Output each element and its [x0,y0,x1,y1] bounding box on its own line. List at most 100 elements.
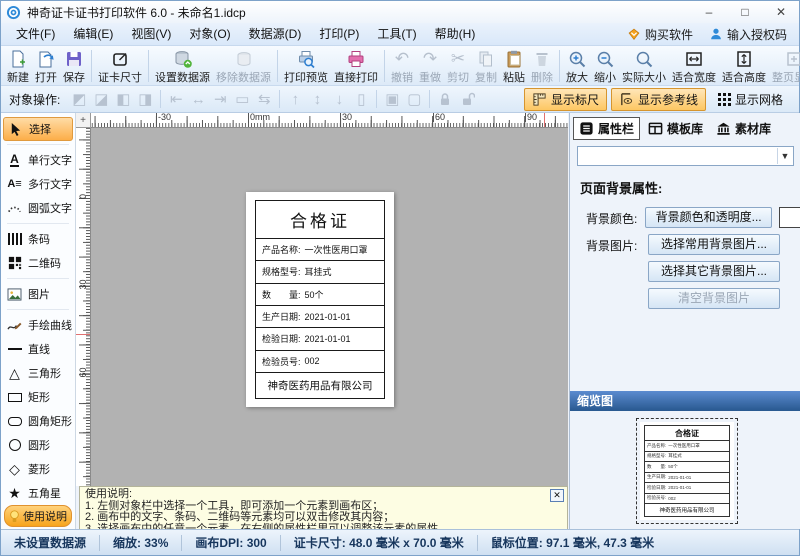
card-row-inspector-id[interactable]: 检验员号:002 [256,351,384,373]
tab-properties[interactable]: 属性栏 [573,117,640,140]
background-color-swatch[interactable] [779,207,800,228]
show-ruler-toggle[interactable]: 显示标尺 [524,88,607,111]
move-down-layer-icon[interactable]: ◨ [134,89,156,109]
delete-button[interactable]: 删除 [528,47,556,85]
minimize-button[interactable]: – [691,1,727,23]
tool-line[interactable]: 直线 [1,337,75,361]
align-right-icon[interactable]: ⇥ [209,89,231,109]
card-row-inspection-date[interactable]: 检验日期:2021-01-01 [256,328,384,350]
fit-width-icon [684,49,704,69]
user-icon [709,27,723,41]
tool-arc-text[interactable]: 圆弧文字 [1,196,75,220]
copy-button[interactable]: 复制 [472,47,500,85]
usage-tips-box: 使用说明: 1. 左侧对象栏中选择一个工具，即可添加一个元素到画布区； 2. 画… [79,486,568,531]
same-width-icon[interactable]: ▭ [231,89,253,109]
ungroup-icon[interactable]: ▢ [403,89,425,109]
tool-qrcode[interactable]: 二维码 [1,251,75,275]
certificate-title[interactable]: 合格证 [256,201,384,239]
select-cursor-icon [7,122,24,136]
cut-button[interactable]: ✂ 剪切 [444,47,472,85]
zoom-in-button[interactable]: 放大 [563,47,591,85]
tool-rectangle[interactable]: 矩形 [1,385,75,409]
new-button[interactable]: 新建 [4,47,32,85]
thumbnail-card-row: 数 量:50个 [645,462,729,473]
tool-rounded-rectangle[interactable]: 圆角矩形 [1,409,75,433]
choose-common-background-button[interactable]: 选择常用背景图片... [648,234,780,255]
tool-freehand-curve[interactable]: 手绘曲线 [1,313,75,337]
menu-datasource[interactable]: 数据源(D) [240,24,311,45]
tool-diamond[interactable]: ◇ 菱形 [1,457,75,481]
save-button[interactable]: 保存 [60,47,88,85]
menu-tools[interactable]: 工具(T) [368,24,425,45]
menu-view[interactable]: 视图(V) [122,24,180,45]
maximize-button[interactable]: □ [727,1,763,23]
move-up-layer-icon[interactable]: ◧ [112,89,134,109]
tab-template-library[interactable]: 模板库 [643,118,708,139]
send-to-back-icon[interactable]: ◪ [90,89,112,109]
tool-image[interactable]: 图片 [1,282,75,306]
object-selector-dropdown[interactable]: ▼ [577,146,794,166]
design-canvas[interactable]: 合格证 产品名称:一次性医用口罩 规格型号:耳挂式 数 量:50个 生产日期:2… [91,128,568,486]
zoom-out-button[interactable]: 缩小 [591,47,619,85]
ruler-tick-label: -30 [156,113,171,122]
object-toolbar-label: 对象操作: [9,91,60,108]
show-grid-toggle[interactable]: 显示网格 [710,88,791,111]
database-icon [173,49,193,69]
undo-button[interactable]: ↶ 撤销 [388,47,416,85]
menu-help[interactable]: 帮助(H) [426,24,485,45]
group-icon[interactable]: ▣ [381,89,403,109]
same-height-icon[interactable]: ▯ [350,89,372,109]
choose-other-background-button[interactable]: 选择其它背景图片... [648,261,780,282]
align-left-icon[interactable]: ⇤ [165,89,187,109]
paste-button[interactable]: 粘贴 [500,47,528,85]
menu-object[interactable]: 对象(O) [180,24,239,45]
tool-select[interactable]: 选择 [3,117,73,141]
tool-circle[interactable]: 圆形 [1,433,75,457]
tool-star[interactable]: ★ 五角星 [1,481,75,505]
show-guides-toggle[interactable]: 显示参考线 [611,88,706,111]
direct-print-button[interactable]: 直接打印 [331,47,381,85]
background-color-button[interactable]: 背景颜色和透明度... [645,207,772,228]
remove-datasource-button[interactable]: 移除数据源 [213,47,274,85]
thumbnail-card-row: 生产日期:2021-01-01 [645,473,729,484]
menu-file[interactable]: 文件(F) [7,24,64,45]
open-button[interactable]: 打开 [32,47,60,85]
clear-background-button[interactable]: 清空背景图片 [648,288,780,309]
tool-triangle[interactable]: △ 三角形 [1,361,75,385]
diamond-icon: ◇ [6,461,23,478]
align-top-icon[interactable]: ↑ [284,89,306,109]
bring-to-front-icon[interactable]: ◩ [68,89,90,109]
tool-single-line-text[interactable]: A 单行文字 [1,148,75,172]
full-page-button[interactable]: 整页显示 [769,47,800,85]
lock-icon[interactable] [434,89,456,109]
card-size-button[interactable]: 证卡尺寸 [95,47,145,85]
close-tips-icon[interactable]: ✕ [550,489,564,502]
redo-button[interactable]: ↷ 重做 [416,47,444,85]
close-button[interactable]: ✕ [763,1,799,23]
unlock-icon[interactable] [456,89,478,109]
enter-license-button[interactable]: 输入授权码 [709,26,787,43]
print-preview-button[interactable]: 打印预览 [281,47,331,85]
card-company-name[interactable]: 神奇医药用品有限公司 [256,373,384,398]
card-row-spec-model[interactable]: 规格型号:耳挂式 [256,261,384,283]
menu-print[interactable]: 打印(P) [310,24,368,45]
usage-help-button[interactable]: 使用说明 [4,505,72,527]
set-datasource-button[interactable]: 设置数据源 [152,47,213,85]
menu-edit[interactable]: 编辑(E) [64,24,122,45]
align-center-vertical-icon[interactable]: ↕ [306,89,328,109]
toolbar-separator [559,50,560,82]
align-bottom-icon[interactable]: ↓ [328,89,350,109]
distribute-horizontal-icon[interactable]: ⇆ [253,89,275,109]
actual-size-button[interactable]: 实际大小 [619,47,669,85]
tool-multi-line-text[interactable]: A≡ 多行文字 [1,172,75,196]
buy-software-button[interactable]: 购买软件 [627,26,693,43]
card-row-product-name[interactable]: 产品名称:一次性医用口罩 [256,239,384,261]
card-row-quantity[interactable]: 数 量:50个 [256,284,384,306]
card-row-production-date[interactable]: 生产日期:2021-01-01 [256,306,384,328]
tab-material-library[interactable]: 素材库 [711,118,776,139]
fit-width-button[interactable]: 适合宽度 [669,47,719,85]
align-center-horizontal-icon[interactable]: ↔ [187,89,209,109]
certificate-card[interactable]: 合格证 产品名称:一次性医用口罩 规格型号:耳挂式 数 量:50个 生产日期:2… [246,192,394,407]
fit-height-button[interactable]: 适合高度 [719,47,769,85]
tool-barcode[interactable]: 条码 [1,227,75,251]
